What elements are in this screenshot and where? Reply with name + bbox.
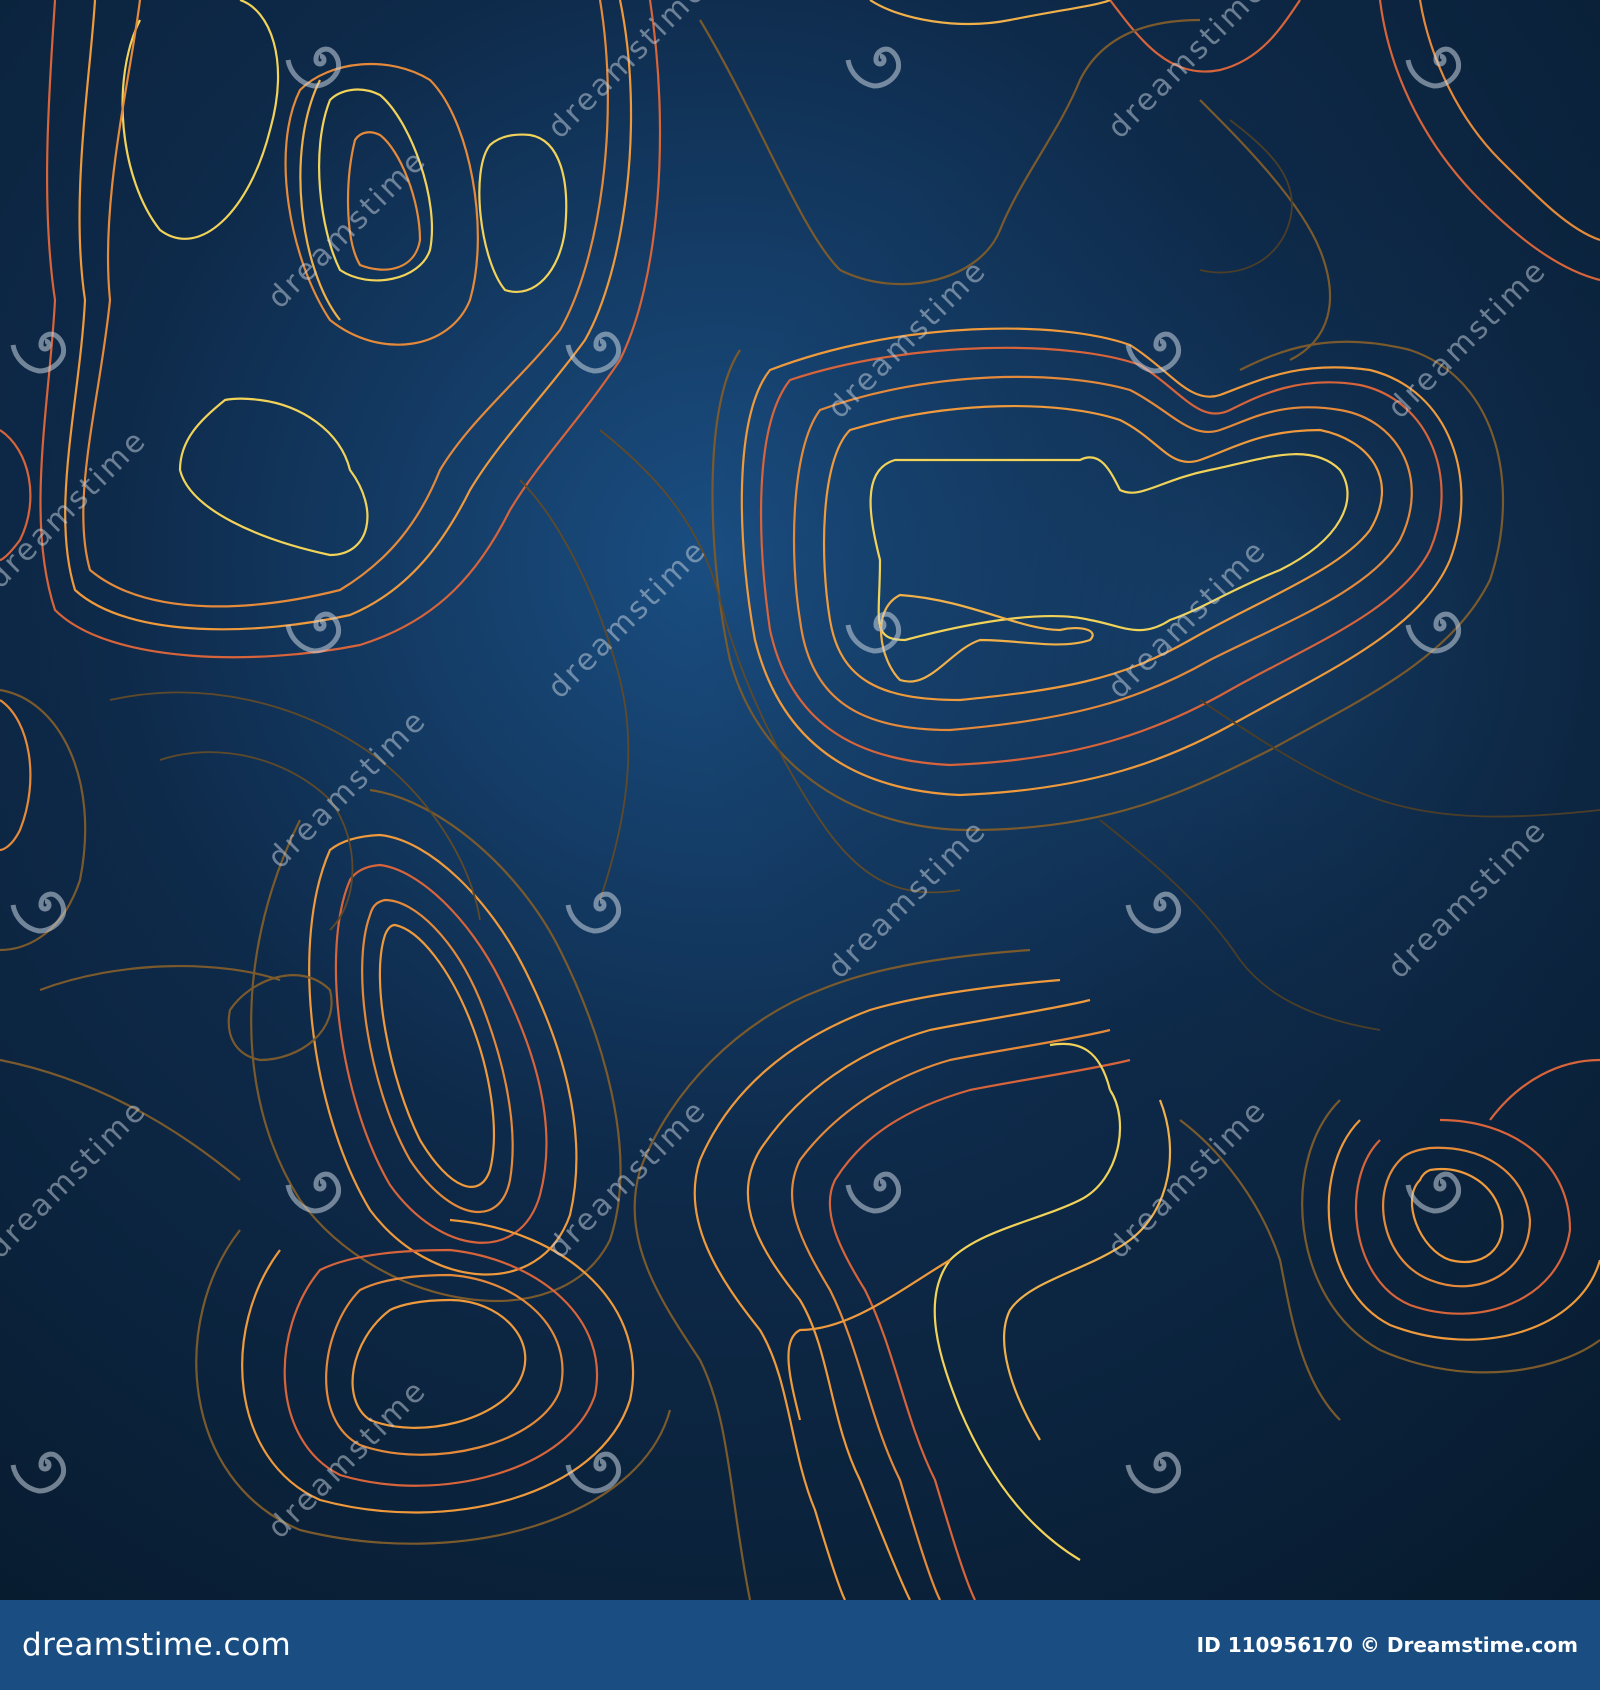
copyright-text: © Dreamstime.com [1359,1633,1578,1657]
image-credit: ID 110956170 © Dreamstime.com [1197,1633,1578,1657]
image-id: 110956170 [1227,1633,1353,1657]
credit-bar: dreamstime.com ID 110956170 © Dreamstime… [0,1600,1600,1690]
id-label: ID [1196,1633,1221,1657]
background-glow [0,0,1600,1600]
topographic-contour-artwork: dreamstime dreamstime dreamstime dreamst… [0,0,1600,1600]
stock-image-frame: dreamstime dreamstime dreamstime dreamst… [0,0,1600,1690]
dreamstime-logo: dreamstime.com [22,1627,292,1663]
